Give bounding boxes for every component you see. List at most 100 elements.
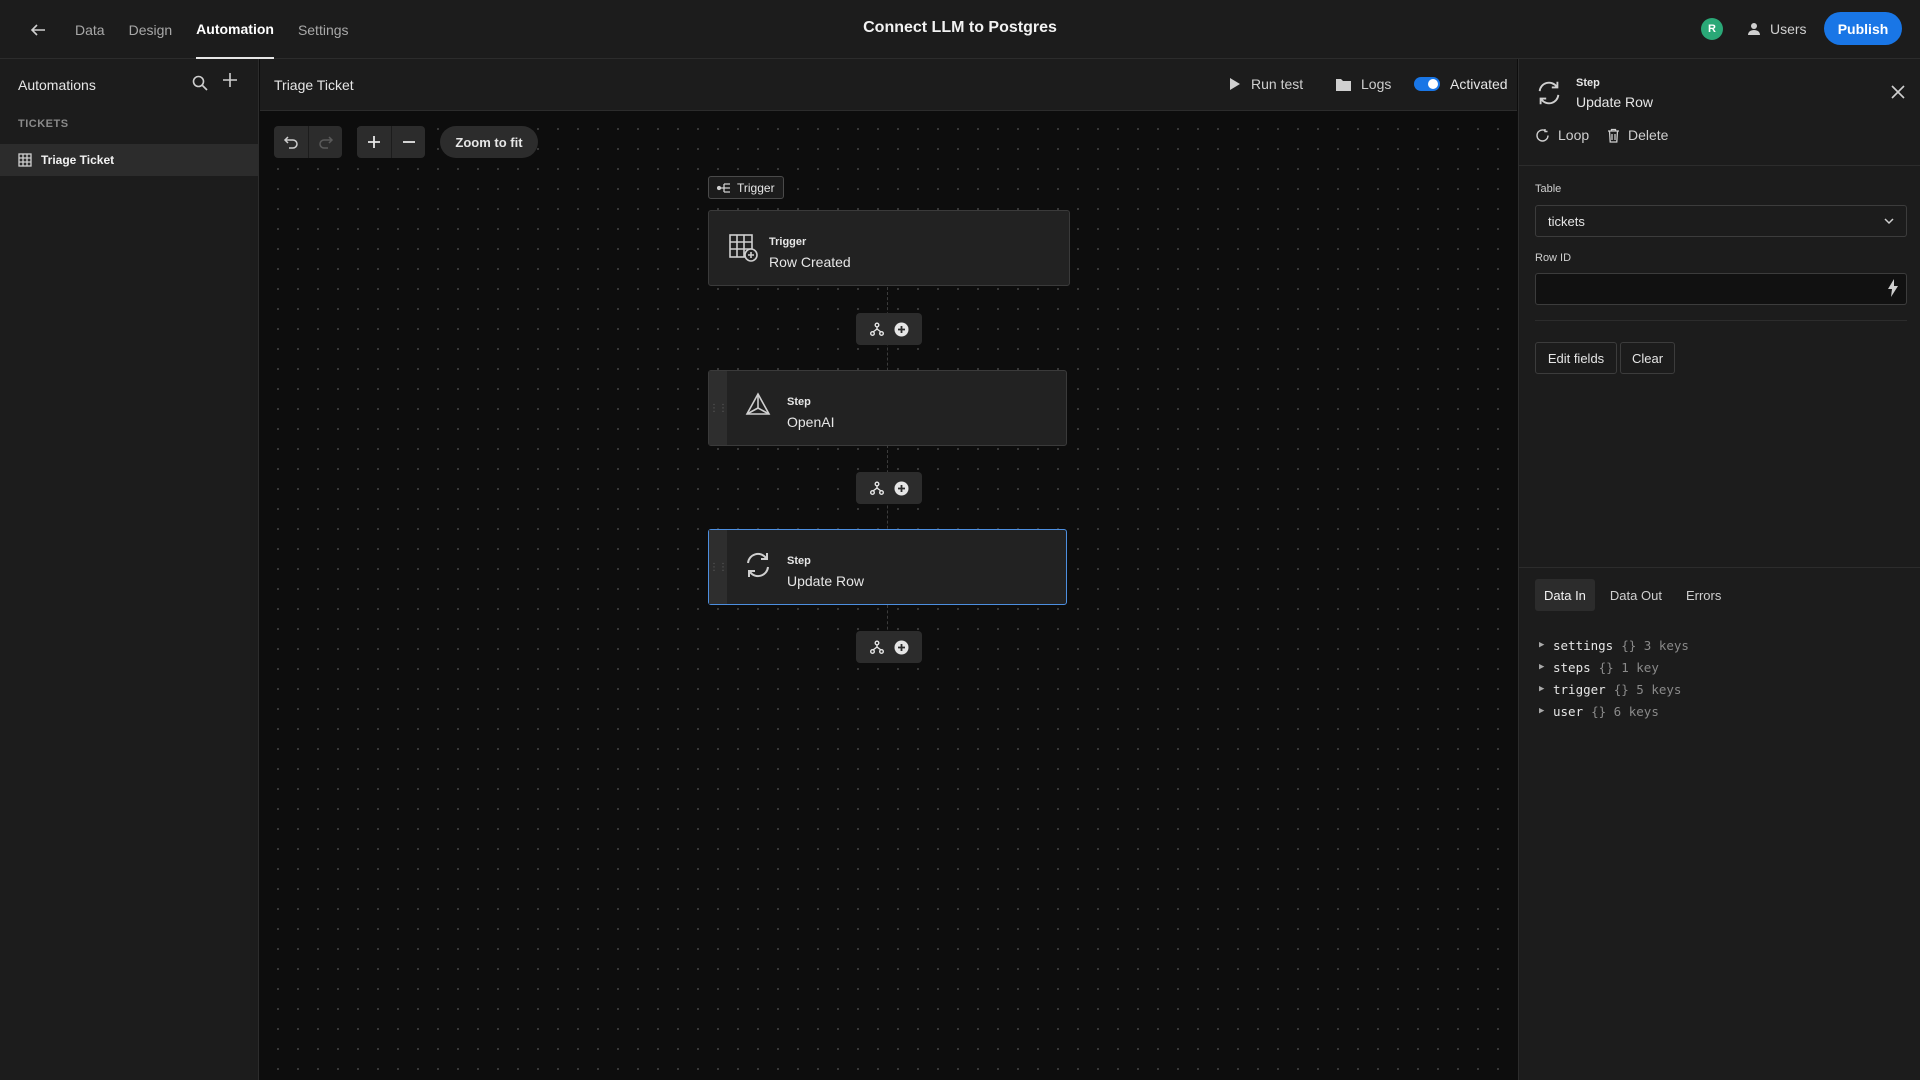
loop-label: Loop — [1558, 127, 1590, 143]
add-icon[interactable] — [222, 71, 238, 94]
canvas-header: Triage Ticket Run test Logs Activated — [260, 59, 1517, 111]
trigger-tag-label: Trigger — [737, 180, 775, 195]
tree-row[interactable]: ▶ user {} 6 keys — [1539, 700, 1689, 722]
zoom-group — [357, 126, 425, 158]
tab-errors[interactable]: Errors — [1677, 579, 1730, 611]
table-label: Table — [1535, 183, 1562, 195]
node-name: Update Row — [787, 573, 865, 589]
folder-icon — [1336, 78, 1351, 91]
tab-automation[interactable]: Automation — [196, 0, 274, 59]
row-id-input[interactable] — [1535, 273, 1907, 305]
user-icon — [1748, 23, 1760, 35]
users-label: Users — [1770, 21, 1807, 37]
clear-button[interactable]: Clear — [1620, 342, 1675, 374]
tree-key: steps — [1553, 659, 1591, 675]
activated-label: Activated — [1450, 76, 1508, 92]
divider — [1519, 165, 1920, 166]
add-step-pill — [856, 631, 922, 663]
trigger-flow-icon — [717, 182, 730, 193]
users-button[interactable]: Users — [1746, 18, 1807, 40]
refresh-icon — [743, 550, 775, 582]
sidebar-title: Automations — [18, 77, 96, 93]
zoom-to-fit-button[interactable]: Zoom to fit — [440, 126, 538, 158]
close-icon[interactable] — [1891, 83, 1905, 104]
undo-icon[interactable] — [274, 126, 308, 158]
logs-button[interactable]: Logs — [1336, 76, 1391, 92]
node-type: Step — [787, 396, 811, 408]
tab-settings[interactable]: Settings — [298, 0, 349, 59]
tab-data-out[interactable]: Data Out — [1601, 579, 1671, 611]
branch-icon[interactable] — [868, 320, 886, 338]
row-id-label: Row ID — [1535, 252, 1572, 264]
tree-row[interactable]: ▶ settings {} 3 keys — [1539, 634, 1689, 656]
chevron-down-icon — [1882, 214, 1896, 231]
update-row-step-node[interactable]: ⋮⋮ Step Update Row — [708, 529, 1067, 605]
data-tree: ▶ settings {} 3 keys ▶ steps {} 1 key ▶ … — [1539, 634, 1689, 722]
branch-icon[interactable] — [868, 638, 886, 656]
add-step-pill — [856, 313, 922, 345]
tree-key: user — [1553, 703, 1584, 719]
tab-design[interactable]: Design — [129, 0, 173, 59]
add-step-icon[interactable] — [893, 638, 911, 656]
publish-button[interactable]: Publish — [1824, 12, 1902, 45]
undo-redo-group — [274, 126, 342, 158]
caret-right-icon: ▶ — [1539, 684, 1545, 694]
zoom-out-icon[interactable] — [391, 126, 425, 158]
panel-step-name: Update Row — [1576, 94, 1654, 110]
divider — [1519, 567, 1920, 568]
add-step-icon[interactable] — [893, 320, 911, 338]
caret-right-icon: ▶ — [1539, 640, 1545, 650]
sidebar-section-label: TICKETS — [18, 118, 69, 130]
table-icon — [18, 153, 32, 167]
divider — [1535, 320, 1907, 321]
logs-label: Logs — [1361, 76, 1392, 92]
edit-fields-button[interactable]: Edit fields — [1535, 342, 1617, 374]
table-select[interactable]: tickets — [1535, 205, 1907, 237]
add-step-pill — [856, 472, 922, 504]
trash-icon — [1608, 128, 1619, 143]
trigger-node[interactable]: Trigger Row Created — [708, 210, 1070, 286]
play-icon — [1230, 78, 1240, 90]
node-type: Trigger — [769, 236, 807, 248]
run-test-label: Run test — [1251, 76, 1304, 92]
tree-row[interactable]: ▶ trigger {} 5 keys — [1539, 678, 1689, 700]
redo-icon[interactable] — [308, 126, 342, 158]
drag-handle[interactable]: ⋮⋮ — [709, 530, 728, 604]
tree-key: trigger — [1553, 681, 1606, 697]
tab-data-in[interactable]: Data In — [1535, 579, 1595, 611]
tree-meta: {} 5 keys — [1613, 681, 1682, 697]
node-name: Row Created — [769, 254, 851, 270]
add-step-icon[interactable] — [893, 479, 911, 497]
activated-toggle[interactable]: Activated — [1414, 76, 1508, 92]
tab-data[interactable]: Data — [75, 0, 105, 59]
run-test-button[interactable]: Run test — [1229, 76, 1303, 92]
back-arrow-icon[interactable] — [26, 18, 50, 42]
drag-handle[interactable]: ⋮⋮ — [709, 371, 728, 445]
panel-step-type: Step — [1576, 77, 1600, 89]
delete-button[interactable]: Delete — [1607, 127, 1668, 143]
table-select-value: tickets — [1548, 213, 1585, 229]
openai-step-node[interactable]: ⋮⋮ Step OpenAI — [708, 370, 1067, 446]
caret-right-icon: ▶ — [1539, 706, 1545, 716]
node-type: Step — [787, 555, 811, 567]
tree-meta: {} 6 keys — [1591, 703, 1659, 719]
tree-row[interactable]: ▶ steps {} 1 key — [1539, 656, 1689, 678]
nav-tabs: Data Design Automation Settings — [75, 0, 373, 59]
openai-icon — [743, 391, 775, 423]
zoom-in-icon[interactable] — [357, 126, 391, 158]
toggle-switch[interactable] — [1414, 77, 1440, 91]
loop-button[interactable]: Loop — [1535, 127, 1589, 143]
step-config-panel: Step Update Row Loop Delete Table ticket… — [1518, 59, 1920, 1080]
delete-label: Delete — [1628, 127, 1669, 143]
sidebar-item-triage-ticket[interactable]: Triage Ticket — [0, 144, 258, 176]
tree-key: settings — [1553, 637, 1614, 653]
avatar[interactable]: R — [1701, 18, 1723, 40]
automation-canvas[interactable]: Zoom to fit Trigger Trigger Row Created … — [260, 111, 1517, 1080]
bolt-icon[interactable] — [1887, 279, 1899, 300]
trigger-tag: Trigger — [708, 176, 784, 199]
refresh-icon — [1535, 79, 1563, 110]
branch-icon[interactable] — [868, 479, 886, 497]
data-tabs: Data In Data Out Errors — [1535, 579, 1736, 611]
search-icon[interactable] — [192, 75, 208, 94]
caret-right-icon: ▶ — [1539, 662, 1545, 672]
